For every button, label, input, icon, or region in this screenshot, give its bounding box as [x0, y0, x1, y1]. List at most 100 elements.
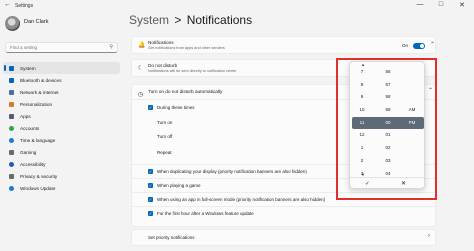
picker-footer: ✓ ✕	[350, 177, 426, 190]
notifications-toggle-label: On	[402, 43, 409, 48]
picker-hour[interactable]: 12	[351, 129, 373, 142]
search-input[interactable]	[10, 45, 105, 50]
chevron-right-icon[interactable]: ›	[428, 233, 430, 239]
picker-minute[interactable]: 02	[377, 142, 399, 155]
dnd-title: Do not disturb	[148, 63, 178, 68]
globe-clock-icon	[9, 138, 14, 144]
profile-name: Dan Clark	[24, 19, 49, 25]
accept-button[interactable]: ✓	[365, 181, 370, 187]
monitor-icon	[9, 65, 14, 71]
bluetooth-icon	[9, 77, 14, 83]
sidebar-nav: System Bluetooth & devices Network & int…	[3, 62, 120, 195]
sidebar-item-network[interactable]: Network & internet	[3, 86, 120, 98]
duplicating-display-checkbox[interactable]: ✓	[148, 169, 153, 174]
auto-dnd-title: Turn on do not disturb automatically	[148, 89, 223, 94]
sidebar-item-privacy-security[interactable]: Privacy & security	[3, 171, 120, 183]
wifi-icon	[9, 89, 14, 95]
picker-minute[interactable]: 58	[377, 91, 399, 104]
sidebar-item-windows-update[interactable]: Windows Update	[3, 183, 120, 195]
breadcrumb-separator: >	[174, 13, 182, 27]
breadcrumb-system[interactable]: System	[129, 13, 169, 27]
playing-game-checkbox[interactable]: ✓	[148, 183, 153, 188]
sidebar-item-accounts[interactable]: Accounts	[3, 122, 120, 134]
picker-hour[interactable]: 2	[351, 155, 373, 168]
notifications-toggle[interactable]	[413, 43, 425, 49]
breadcrumb-notifications: Notifications	[186, 13, 253, 27]
update-icon	[9, 186, 14, 192]
picker-minute[interactable]: 59	[377, 104, 399, 117]
picker-minute[interactable]: 57	[377, 79, 399, 92]
clock-icon: ◷	[138, 92, 144, 98]
close-button[interactable]: ✕	[456, 1, 468, 9]
full-screen-checkbox[interactable]: ✓	[148, 197, 153, 202]
sidebar-item-label: System	[20, 65, 36, 71]
picker-period-selected[interactable]: PM	[401, 117, 423, 130]
turn-on-label: Turn on	[157, 120, 173, 125]
sidebar-item-system[interactable]: System	[3, 62, 120, 75]
picker-minute[interactable]: 01	[377, 129, 399, 142]
sidebar-item-gaming[interactable]: Gaming	[3, 147, 120, 159]
window-title: Settings	[15, 3, 34, 9]
picker-hour[interactable]: 10	[351, 104, 373, 117]
brush-icon	[9, 101, 14, 107]
dnd-subtitle: Notifications will be sent directly to n…	[148, 69, 237, 73]
sidebar-item-label: Accounts	[20, 126, 40, 132]
dismiss-button[interactable]: ✕	[401, 180, 406, 187]
sidebar-item-label: Windows Update	[20, 186, 56, 192]
sidebar-item-label: Time & language	[20, 138, 56, 144]
picker-hour[interactable]: 9	[351, 91, 373, 104]
sidebar-item-bluetooth[interactable]: Bluetooth & devices	[3, 74, 120, 86]
picker-hour[interactable]: 8	[351, 79, 373, 92]
sidebar-item-personalization[interactable]: Personalization	[3, 98, 120, 110]
picker-minute-column[interactable]: 56 57 58 59 00 01 02 03 04	[377, 66, 399, 180]
picker-period-column[interactable]: AM PM	[401, 104, 423, 129]
sidebar-item-label: Personalization	[20, 101, 53, 107]
sidebar-item-accessibility[interactable]: Accessibility	[3, 159, 120, 171]
sidebar-item-label: Privacy & security	[20, 174, 58, 180]
avatar[interactable]	[5, 16, 20, 31]
feature-update-label: For the first hour after a Windows featu…	[157, 211, 254, 216]
maximize-button[interactable]: □	[435, 1, 447, 8]
search-box[interactable]: ⚲	[5, 42, 118, 53]
during-times-label: During these times	[157, 105, 195, 110]
scroll-up-icon[interactable]: ▲	[361, 62, 365, 67]
minimize-button[interactable]: —	[414, 1, 426, 8]
sidebar-item-label: Bluetooth & devices	[20, 77, 62, 83]
search-icon[interactable]: ⚲	[109, 44, 113, 50]
person-icon	[9, 126, 14, 132]
priority-notifications-row[interactable]: Set priority notifications ›	[131, 229, 436, 246]
back-arrow-icon[interactable]: ←	[4, 1, 11, 8]
picker-hour[interactable]: 7	[351, 66, 373, 79]
sidebar-item-label: Gaming	[20, 150, 37, 156]
picker-hour-selected[interactable]: 11	[351, 117, 373, 130]
turn-off-label: Turn off	[157, 134, 173, 139]
sidebar-item-apps[interactable]: Apps	[3, 110, 120, 122]
time-picker: 7 8 9 10 11 12 1 2 3 56 57 58 59 00 01 0…	[349, 61, 426, 190]
picker-hour-column[interactable]: 7 8 9 10 11 12 1 2 3	[351, 66, 373, 180]
picker-minute[interactable]: 03	[377, 155, 399, 168]
apps-icon	[9, 113, 14, 119]
feature-update-checkbox[interactable]: ✓	[148, 211, 153, 216]
chevron-up-icon[interactable]: ⌃	[430, 41, 435, 48]
during-times-checkbox[interactable]: ✓	[148, 105, 153, 110]
repeat-label: Repeat	[157, 150, 172, 155]
sidebar-item-label: Apps	[20, 113, 31, 119]
sidebar-item-label: Network & internet	[20, 89, 59, 95]
notifications-card[interactable]: 🔔 Notifications Get notifications from a…	[131, 36, 436, 54]
picker-minute-selected[interactable]: 00	[377, 117, 399, 130]
sidebar-item-time-language[interactable]: Time & language	[3, 135, 120, 147]
controller-icon	[9, 150, 14, 156]
duplicating-display-label: When duplicating your display (priority …	[157, 169, 307, 174]
title-bar: ← Settings — □ ✕	[0, 0, 474, 12]
divider	[132, 206, 435, 207]
shield-icon	[9, 174, 14, 180]
notifications-title: Notifications	[148, 40, 174, 45]
page-title: System > Notifications	[129, 13, 252, 27]
accessibility-icon	[9, 162, 14, 168]
priority-notifications-label: Set priority notifications	[148, 235, 195, 240]
picker-period[interactable]: AM	[401, 104, 423, 117]
moon-icon: ☾	[138, 65, 144, 72]
sidebar-item-label: Accessibility	[20, 162, 46, 168]
picker-minute[interactable]: 56	[377, 66, 399, 79]
picker-hour[interactable]: 1	[351, 142, 373, 155]
